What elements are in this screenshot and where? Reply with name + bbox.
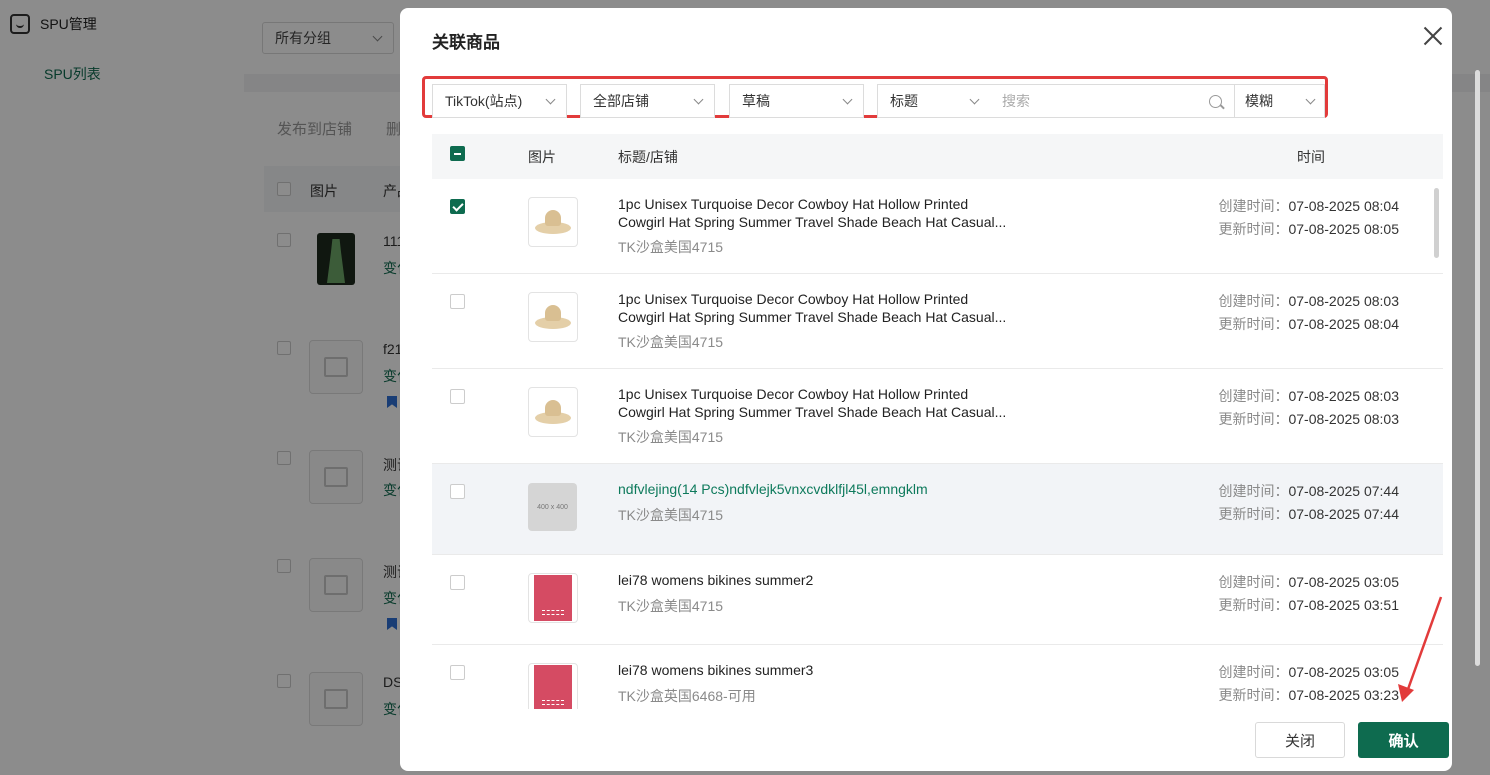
product-shop: TK沙盒美国4715: [618, 239, 724, 255]
created-label: 创建时间：: [1218, 388, 1289, 404]
store-value: 全部店铺: [593, 93, 649, 109]
updated-label: 更新时间：: [1218, 316, 1289, 332]
updated-time: 07-08-2025 03:51: [1288, 597, 1399, 613]
product-times: 创建时间：07-08-2025 08:03 更新时间：07-08-2025 08…: [1137, 385, 1399, 431]
created-label: 创建时间：: [1218, 198, 1289, 214]
product-image: [528, 663, 578, 709]
created-time: 07-08-2025 03:05: [1288, 574, 1399, 590]
created-label: 创建时间：: [1218, 664, 1289, 680]
product-image: [528, 387, 578, 437]
product-image: [528, 573, 578, 623]
column-image: 图片: [528, 149, 556, 165]
row-checkbox[interactable]: [450, 199, 465, 214]
image-placeholder: 400 x 400: [528, 483, 577, 531]
updated-time: 07-08-2025 08:04: [1288, 316, 1399, 332]
search-input[interactable]: [1002, 93, 1209, 109]
product-times: 创建时间：07-08-2025 03:05 更新时间：07-08-2025 03…: [1137, 661, 1399, 707]
created-time: 07-08-2025 08:04: [1288, 198, 1399, 214]
updated-label: 更新时间：: [1218, 411, 1289, 427]
product-shop: TK沙盒美国4715: [618, 507, 724, 523]
status-select[interactable]: 草稿: [729, 84, 864, 118]
product-image: [528, 292, 578, 342]
created-time: 07-08-2025 07:44: [1288, 483, 1399, 499]
table-row[interactable]: 1pc Unisex Turquoise Decor Cowboy Hat Ho…: [432, 179, 1443, 274]
product-times: 创建时间：07-08-2025 03:05 更新时间：07-08-2025 03…: [1137, 571, 1399, 617]
product-title: 1pc Unisex Turquoise Decor Cowboy Hat Ho…: [618, 291, 1007, 325]
match-select[interactable]: 模糊: [1234, 84, 1325, 118]
chevron-down-icon: [693, 94, 704, 104]
product-title: lei78 womens bikines summer3: [618, 662, 814, 678]
column-title-store: 标题/店铺: [618, 149, 678, 165]
close-icon[interactable]: [1423, 26, 1443, 46]
field-select[interactable]: 标题: [877, 84, 991, 118]
match-value: 模糊: [1245, 93, 1273, 109]
created-time: 07-08-2025 08:03: [1288, 293, 1399, 309]
created-time: 07-08-2025 03:05: [1288, 664, 1399, 680]
row-checkbox[interactable]: [450, 294, 465, 309]
link-products-modal: 关联商品 TikTok(站点) 全部店铺 草稿 标题 模糊 图片 标: [400, 8, 1452, 771]
row-checkbox[interactable]: [450, 389, 465, 404]
created-label: 创建时间：: [1218, 574, 1289, 590]
select-all-checkbox[interactable]: [450, 146, 465, 161]
status-value: 草稿: [742, 93, 770, 109]
product-table-body: 1pc Unisex Turquoise Decor Cowboy Hat Ho…: [432, 179, 1443, 709]
updated-time: 07-08-2025 08:05: [1288, 221, 1399, 237]
created-time: 07-08-2025 08:03: [1288, 388, 1399, 404]
chevron-down-icon: [842, 94, 853, 104]
product-image: [528, 197, 578, 247]
updated-time: 07-08-2025 08:03: [1288, 411, 1399, 427]
product-times: 创建时间：07-08-2025 08:03 更新时间：07-08-2025 08…: [1137, 290, 1399, 336]
table-row[interactable]: lei78 womens bikines summer2 TK沙盒美国4715 …: [432, 555, 1443, 645]
chevron-down-icon: [969, 94, 980, 104]
table-row[interactable]: 400 x 400 ndfvlejing(14 Pcs)ndfvlejk5vnx…: [432, 464, 1443, 555]
search-icon[interactable]: [1209, 94, 1222, 108]
product-shop: TK沙盒美国4715: [618, 334, 724, 350]
row-checkbox[interactable]: [450, 575, 465, 590]
column-time: 时间: [1297, 149, 1325, 165]
store-select[interactable]: 全部店铺: [580, 84, 715, 118]
created-label: 创建时间：: [1218, 483, 1289, 499]
product-shop: TK沙盒美国4715: [618, 429, 724, 445]
product-title: 1pc Unisex Turquoise Decor Cowboy Hat Ho…: [618, 386, 1007, 420]
product-title: lei78 womens bikines summer2: [618, 572, 814, 588]
table-row[interactable]: lei78 womens bikines summer3 TK沙盒英国6468-…: [432, 645, 1443, 709]
table-scrollbar[interactable]: [1434, 188, 1439, 258]
placeholder-size-text: 400 x 400: [537, 503, 568, 511]
updated-time: 07-08-2025 07:44: [1288, 506, 1399, 522]
modal-title: 关联商品: [432, 33, 500, 52]
filter-bar: TikTok(站点) 全部店铺 草稿 标题 模糊: [422, 76, 1328, 118]
search-box: [990, 84, 1234, 118]
table-row[interactable]: 1pc Unisex Turquoise Decor Cowboy Hat Ho…: [432, 274, 1443, 369]
row-checkbox[interactable]: [450, 665, 465, 680]
confirm-button[interactable]: 确认: [1358, 722, 1449, 758]
updated-label: 更新时间：: [1218, 597, 1289, 613]
updated-label: 更新时间：: [1218, 506, 1289, 522]
product-times: 创建时间：07-08-2025 07:44 更新时间：07-08-2025 07…: [1137, 480, 1399, 526]
close-button[interactable]: 关闭: [1255, 722, 1345, 758]
updated-label: 更新时间：: [1218, 687, 1289, 703]
platform-value: TikTok(站点): [445, 93, 523, 109]
product-shop: TK沙盒英国6468-可用: [618, 688, 756, 704]
updated-time: 07-08-2025 03:23: [1288, 687, 1399, 703]
product-shop: TK沙盒美国4715: [618, 598, 724, 614]
row-checkbox[interactable]: [450, 484, 465, 499]
updated-label: 更新时间：: [1218, 221, 1289, 237]
chevron-down-icon: [1305, 94, 1316, 104]
product-title: 1pc Unisex Turquoise Decor Cowboy Hat Ho…: [618, 196, 1007, 230]
chevron-down-icon: [545, 94, 556, 104]
created-label: 创建时间：: [1218, 293, 1289, 309]
product-title-link[interactable]: ndfvlejing(14 Pcs)ndfvlejk5vnxcvdklfjl45…: [618, 480, 1018, 498]
field-value: 标题: [890, 93, 918, 109]
platform-select[interactable]: TikTok(站点): [432, 84, 567, 118]
page-scrollbar[interactable]: [1475, 70, 1480, 666]
table-row[interactable]: 1pc Unisex Turquoise Decor Cowboy Hat Ho…: [432, 369, 1443, 464]
product-times: 创建时间：07-08-2025 08:04 更新时间：07-08-2025 08…: [1137, 195, 1399, 241]
table-header: 图片 标题/店铺 时间: [432, 134, 1443, 179]
